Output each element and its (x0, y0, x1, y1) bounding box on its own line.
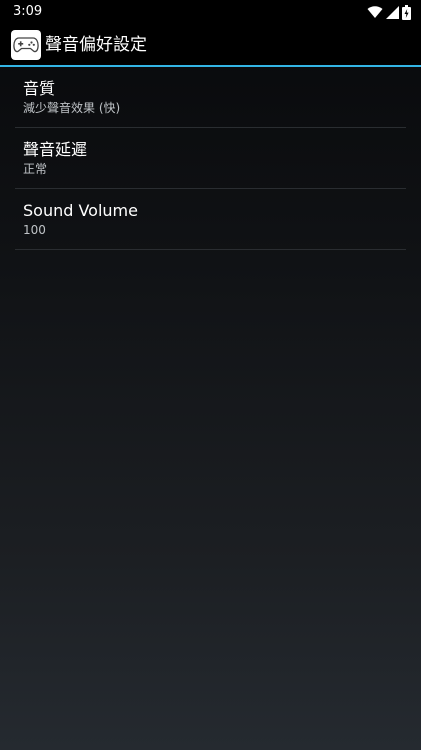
battery-charging-icon (402, 4, 411, 20)
wifi-icon (367, 5, 383, 19)
pref-title: Sound Volume (23, 201, 138, 220)
gamepad-icon[interactable] (11, 30, 41, 60)
preference-list: 音質 減少聲音效果 (快) 聲音延遲 正常 Sound Volume 100 (15, 67, 406, 250)
pref-item-sound-quality[interactable]: 音質 減少聲音效果 (快) (15, 67, 406, 128)
status-time: 3:09 (13, 4, 43, 19)
status-icons (367, 4, 411, 20)
pref-summary: 正常 (23, 162, 48, 176)
pref-title: 音質 (23, 79, 56, 98)
pref-summary: 100 (23, 223, 46, 237)
status-bar: 3:09 (0, 0, 421, 24)
action-bar: 聲音偏好設定 (0, 24, 421, 65)
page-title: 聲音偏好設定 (45, 35, 147, 55)
pref-summary: 減少聲音效果 (快) (23, 101, 121, 115)
pref-title: 聲音延遲 (23, 140, 88, 159)
pref-item-sound-latency[interactable]: 聲音延遲 正常 (15, 128, 406, 189)
signal-icon (386, 5, 399, 19)
pref-item-sound-volume[interactable]: Sound Volume 100 (15, 189, 406, 250)
